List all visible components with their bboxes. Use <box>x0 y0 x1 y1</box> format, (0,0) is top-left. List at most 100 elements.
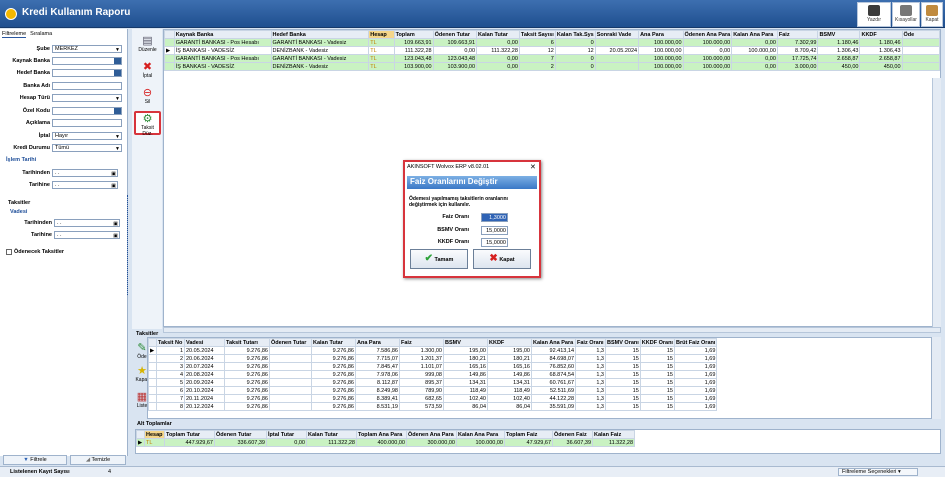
column-header[interactable]: Ödenen Ana Para <box>406 430 457 439</box>
column-header[interactable]: Kalan Tutar <box>306 430 357 439</box>
loan-row[interactable]: ▶ İŞ BANKASI - VADESİZ DENİZBANK - Vadesiz… <box>164 46 940 55</box>
column-header[interactable]: Ödenen Tutar <box>269 338 312 347</box>
column-header[interactable]: Öde <box>901 30 940 39</box>
column-header[interactable]: KKDF Oranı <box>639 338 675 347</box>
filter-field[interactable] <box>52 107 122 115</box>
filter-options-button[interactable]: Filtreleme Seçenekleri ▾ <box>838 468 918 476</box>
column-header[interactable]: Brüt Faiz Oranı <box>673 338 718 347</box>
column-header[interactable]: Faiz Oranı <box>575 338 606 347</box>
column-header[interactable]: KKDF <box>487 338 532 347</box>
date-input[interactable]: . . ▣ <box>54 219 120 227</box>
column-header[interactable]: Toplam Tutar <box>164 430 215 439</box>
loan-cell: GARANTİ BANKASI - Vadesiz <box>270 38 370 47</box>
column-header[interactable]: Ödenen Tutar <box>214 430 267 439</box>
installment-row[interactable]: 3 20.07.2024 9.276,86 9.276,86 7.845,47 1.101… <box>148 362 718 371</box>
loan-row[interactable]: GARANTİ BANKASI - Pos Hesabı GARANTİ BANK… <box>164 38 940 47</box>
date-input[interactable]: . . ▣ <box>54 231 120 239</box>
column-header[interactable]: Taksit No <box>156 338 185 347</box>
filter-field[interactable]: ▼ <box>52 94 122 102</box>
installment-row[interactable]: 8 20.12.2024 9.276,86 9.276,86 8.531,19 573,5… <box>148 402 718 411</box>
column-header[interactable]: Toplam Ana Para <box>356 430 407 439</box>
filter-field[interactable] <box>52 69 122 77</box>
column-header[interactable]: BSMV <box>443 338 488 347</box>
column-header[interactable]: Kalan Tutar <box>311 338 356 347</box>
installments-grid[interactable]: Taksit No Vadesi Taksit Tutarı Ödenen Tutar… <box>147 337 932 419</box>
column-header[interactable]: Faiz <box>776 30 819 39</box>
column-header[interactable]: Ödenen Ana Para <box>682 30 733 39</box>
column-header[interactable]: Toplam <box>393 30 434 39</box>
loan-row[interactable]: İŞ BANKASI - VADESİZ DENİZBANK - Vadesiz T… <box>164 62 940 71</box>
installment-row[interactable]: 6 20.10.2024 9.276,86 9.276,86 8.249,98 789,9… <box>148 386 718 395</box>
edit-button[interactable]: ▤ Düzenle <box>134 35 161 53</box>
filter-button[interactable]: ▼ Filtrele <box>3 455 67 465</box>
dialog-close-icon[interactable]: ✕ <box>530 163 536 171</box>
column-header[interactable]: Hesap <box>144 430 165 439</box>
subtotal-row[interactable]: ▶ TL 447.929,67 336.607,39 0,00 111.322,28 400… <box>136 438 635 447</box>
column-header[interactable]: Kaynak Banka <box>173 30 272 39</box>
filter-field[interactable] <box>52 57 122 65</box>
close-dialog-button[interactable]: ✖ Kapat <box>473 249 531 269</box>
tab-filtering[interactable]: Filtreleme <box>2 31 27 38</box>
column-header[interactable]: Ana Para <box>355 338 400 347</box>
column-header[interactable]: Hedef Banka <box>270 30 370 39</box>
column-header[interactable]: Taksit Tutarı <box>224 338 270 347</box>
tab-sorting[interactable]: Sıralama <box>30 31 52 37</box>
print-button[interactable]: Yazdır <box>857 2 891 27</box>
column-header[interactable]: Toplam Faiz <box>504 430 553 439</box>
column-header[interactable]: Ana Para <box>638 30 684 39</box>
panel-splitter[interactable] <box>127 195 130 295</box>
column-header[interactable]: BSMV <box>817 30 861 39</box>
installment-row[interactable]: 4 20.08.2024 9.276,86 9.276,86 7.978,06 999,0… <box>148 370 718 379</box>
loan-row[interactable]: GARANTİ BANKASI - Pos Hesabı GARANTİ BANK… <box>164 54 940 63</box>
column-header[interactable]: Vadesi <box>184 338 225 347</box>
filter-field[interactable]: Tümü ▼ <box>52 144 122 152</box>
edit-installments-button[interactable]: ⚙ Taksit Düz. <box>134 111 161 137</box>
loan-cell: 1.180,46 <box>859 38 903 47</box>
column-header[interactable]: Kalan Ana Para <box>531 338 576 347</box>
column-header[interactable]: BSMV Oranı <box>605 338 641 347</box>
bsmv-rate-input[interactable]: 15,0000 <box>481 226 508 235</box>
filter-field[interactable] <box>52 82 122 90</box>
column-header[interactable]: Sonraki Vade <box>594 30 640 39</box>
installment-row[interactable]: ▶ 1 20.05.2024 9.276,86 9.276,86 7.586,86 1.30… <box>148 346 718 355</box>
column-header[interactable]: İptal Tutar <box>266 430 307 439</box>
column-header[interactable]: Hesap <box>368 30 395 39</box>
column-header[interactable]: Ödenen Faiz <box>552 430 593 439</box>
filter-field[interactable] <box>52 119 122 127</box>
payable-installments-checkbox[interactable] <box>6 249 12 255</box>
column-header[interactable]: Kalan Tutar <box>476 30 520 39</box>
installment-cell: 1,3 <box>575 394 606 403</box>
column-header[interactable]: Ödenen Tutar <box>432 30 478 39</box>
cancel-record-button[interactable]: ✖ İptal <box>134 61 161 79</box>
clear-button[interactable]: ◢ Temizle <box>70 455 126 465</box>
subtotals-grid[interactable]: Hesap Toplam Tutar Ödenen Tutar İptal Tutar… <box>135 429 941 454</box>
exit-button[interactable]: Kapat <box>921 2 943 27</box>
loans-vertical-scrollbar[interactable] <box>932 78 941 327</box>
filter-field[interactable]: Hayır ▼ <box>52 132 122 140</box>
date-input[interactable]: . . ▣ <box>52 181 118 189</box>
interest-rate-input[interactable]: 1,3000 <box>481 213 508 222</box>
installments-vertical-scrollbar[interactable] <box>932 337 941 419</box>
column-header[interactable]: Kalan Faiz <box>592 430 635 439</box>
loans-grid[interactable]: Kaynak Banka Hedef Banka Hesap Toplam Ödenen… <box>163 29 941 327</box>
date-input[interactable]: . . ▣ <box>52 169 118 177</box>
column-header[interactable]: Kalan Ana Para <box>456 430 505 439</box>
loan-cell: GARANTİ BANKASI - Pos Hesabı <box>173 38 272 47</box>
column-header[interactable]: Faiz <box>399 338 444 347</box>
column-header[interactable]: Taksit Sayısı <box>518 30 556 39</box>
column-header[interactable]: Kalan Ana Para <box>731 30 778 39</box>
filter-field[interactable]: MERKEZ ▼ <box>52 45 122 53</box>
installment-row[interactable]: 5 20.09.2024 9.276,86 9.276,86 8.112,87 895,3… <box>148 378 718 387</box>
dialog-description: Ödemesi yapılmamış taksitlerin oranların… <box>409 196 539 208</box>
installment-row[interactable]: 7 20.11.2024 9.276,86 9.276,86 8.389,41 682,6… <box>148 394 718 403</box>
installment-row[interactable]: 2 20.06.2024 9.276,86 9.276,86 7.715,07 1.201… <box>148 354 718 363</box>
ok-button[interactable]: ✔ Tamam <box>410 249 468 269</box>
delete-button[interactable]: ⊖ Sil <box>134 87 161 105</box>
favorites-button[interactable]: Kısayollar <box>892 2 920 27</box>
installment-cell: 3 <box>156 362 185 371</box>
loan-cell: 100.000,00 <box>638 38 684 47</box>
column-header[interactable]: Kalan Tak.Sys <box>554 30 596 39</box>
loans-horizontal-scrollbar[interactable] <box>163 327 941 333</box>
column-header[interactable]: KKDF <box>859 30 903 39</box>
kkdf-rate-input[interactable]: 15,0000 <box>481 238 508 247</box>
